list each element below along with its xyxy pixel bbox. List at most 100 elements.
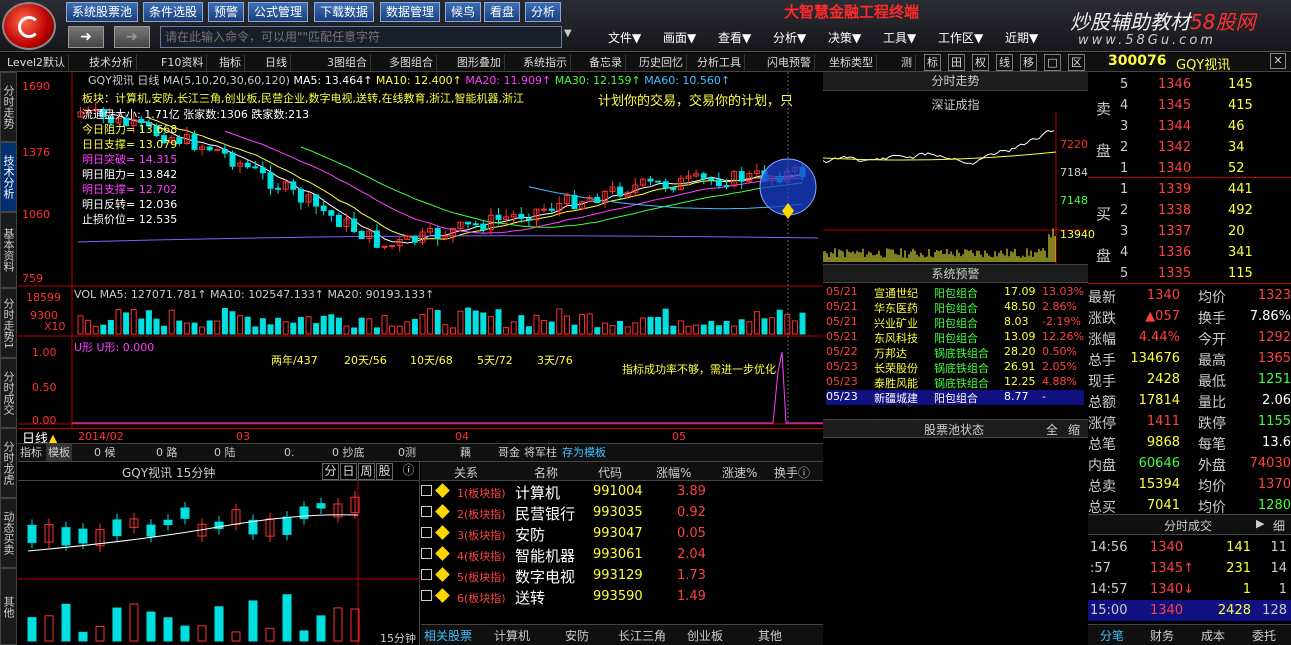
tab-basic-info[interactable]: 基本资料 xyxy=(0,212,17,288)
order-book-row[interactable]: 2 1342 34 xyxy=(1088,137,1291,158)
tab-land[interactable]: 0 陆 xyxy=(214,444,236,461)
alert-row[interactable]: 05/23 新疆城建 阳包组合 8.77- xyxy=(826,390,1084,405)
tab-bottom-fish[interactable]: 0 抄底 xyxy=(332,444,365,461)
tab-related-stocks[interactable]: 相关股票 xyxy=(424,627,472,644)
toolbar-indicator[interactable]: 指标 xyxy=(216,54,245,71)
alert-row[interactable]: 05/21 华东医药 阳包组合 48.50 2.86% xyxy=(826,300,1084,315)
row-checkbox[interactable] xyxy=(421,548,432,559)
table-row[interactable]: 6(板块指) 送转 993590 1.49 xyxy=(421,587,823,608)
tab-other[interactable]: 其他 xyxy=(0,568,17,645)
menu-analyze[interactable]: 分析▼ xyxy=(773,29,806,46)
tab-cost[interactable]: 成本 xyxy=(1201,627,1225,644)
toolbar-move[interactable]: 移 xyxy=(1020,54,1037,71)
tab-orders[interactable]: 委托 xyxy=(1252,627,1276,644)
order-book-row[interactable]: 5 1335 115 xyxy=(1088,263,1291,284)
table-row[interactable]: 5(板块指) 数字电视 993129 1.73 xyxy=(421,566,823,587)
migrant-bird-button[interactable]: 候鸟 xyxy=(445,2,482,22)
order-book-row[interactable]: 5 1346 145 xyxy=(1088,74,1291,95)
tab-dynamic-trade[interactable]: 动态买卖 xyxy=(0,498,17,568)
tick-row[interactable]: 14:56 1340 141 11 xyxy=(1088,537,1291,558)
tab-intraday-1[interactable]: 分时走势1 xyxy=(0,288,17,358)
toolbar-multi-chart[interactable]: 多图组合 xyxy=(386,54,437,71)
ticks-detail-button[interactable]: 细 xyxy=(1273,517,1285,534)
toolbar-analysis-tools[interactable]: 分析工具 xyxy=(694,54,745,71)
order-book-row[interactable]: 1 1340 52 xyxy=(1088,158,1291,179)
tab-sector-gem[interactable]: 创业板 xyxy=(687,627,723,644)
save-template-button[interactable]: 存为模板 xyxy=(562,444,606,461)
tab-ticks[interactable]: 分笔 xyxy=(1100,627,1124,644)
col-code[interactable]: 代码 xyxy=(598,464,622,481)
toolbar-measure[interactable]: 测 xyxy=(898,54,916,71)
toolbar-mark[interactable]: 标 xyxy=(924,54,941,71)
tab-finance[interactable]: 财务 xyxy=(1150,627,1174,644)
back-arrow-icon[interactable]: ➜ xyxy=(68,26,104,48)
tab-sector-security[interactable]: 安防 xyxy=(565,627,589,644)
data-manage-button[interactable]: 数据管理 xyxy=(380,2,441,22)
tab-dragon-tiger[interactable]: 分时龙虎 xyxy=(0,428,17,498)
col-turnover[interactable]: 换手ⓘ xyxy=(774,464,810,481)
alert-panel-head[interactable]: 系统预警 xyxy=(823,264,1088,283)
col-speed[interactable]: 涨速% xyxy=(722,464,757,481)
alert-row[interactable]: 05/23 泰胜风能 锅底铁组合 12.25 4.88% xyxy=(826,375,1084,390)
toolbar-3chart[interactable]: 3图组合 xyxy=(324,54,371,71)
tab-intraday-trades[interactable]: 分时成交 xyxy=(0,358,17,428)
toolbar-coord-type[interactable]: 坐标类型 xyxy=(826,54,877,71)
intraday-chart[interactable] xyxy=(823,112,1088,264)
toolbar-overlay[interactable]: 图形叠加 xyxy=(454,54,505,71)
tab-road[interactable]: 0 路 xyxy=(156,444,178,461)
table-row[interactable]: 3(板块指) 安防 993047 0.05 xyxy=(421,524,823,545)
menu-tools[interactable]: 工具▼ xyxy=(883,29,916,46)
info-icon[interactable]: ⓘ xyxy=(400,463,417,480)
command-input[interactable] xyxy=(160,26,562,48)
play-icon[interactable]: ▶ xyxy=(1256,517,1264,530)
table-row[interactable]: 2(板块指) 民营银行 993035 0.92 xyxy=(421,503,823,524)
watch-market-button[interactable]: 看盘 xyxy=(484,2,521,22)
row-checkbox[interactable] xyxy=(421,485,432,496)
menu-screen[interactable]: 画面▼ xyxy=(663,29,696,46)
tab-zero[interactable]: 0. xyxy=(284,444,295,461)
alert-button[interactable]: 预警 xyxy=(208,2,245,22)
mini-btn-stock[interactable]: 股 xyxy=(376,463,393,480)
chevron-down-icon[interactable]: ▼ xyxy=(564,28,572,39)
tick-row[interactable]: 15:00 1340 2428 128 xyxy=(1088,600,1291,621)
toolbar-level2[interactable]: Level2默认 xyxy=(4,54,70,71)
order-book-row[interactable]: 4 1336 341 xyxy=(1088,242,1291,263)
window-icon[interactable]: □ xyxy=(1044,54,1061,71)
download-data-button[interactable]: 下载数据 xyxy=(314,2,375,22)
col-change[interactable]: 涨幅% xyxy=(656,464,691,481)
alert-row[interactable]: 05/23 长荣股份 锅底铁组合 26.91 2.05% xyxy=(826,360,1084,375)
toolbar-f10[interactable]: F10资料 xyxy=(158,54,208,71)
row-checkbox[interactable] xyxy=(421,590,432,601)
app-logo-icon[interactable] xyxy=(2,2,56,50)
menu-workspace[interactable]: 工作区▼ xyxy=(938,29,983,46)
toolbar-daily[interactable]: 日线 xyxy=(262,54,291,71)
mini-btn-minute[interactable]: 分 xyxy=(322,463,339,480)
tick-row[interactable]: :57 1345↑ 231 14 xyxy=(1088,558,1291,579)
analyze-button[interactable]: 分析 xyxy=(525,2,562,22)
intraday-head[interactable]: 分时走势 xyxy=(823,72,1088,91)
tab-sector-other[interactable]: 其他 xyxy=(758,627,782,644)
tab-indicator[interactable]: 指标 xyxy=(20,444,42,461)
order-book-row[interactable]: 2 1338 492 xyxy=(1088,200,1291,221)
mini-candle-chart[interactable] xyxy=(18,481,420,645)
toolbar-system-indicator[interactable]: 系统指示 xyxy=(520,54,571,71)
tab-sector-yangtze[interactable]: 长江三角 xyxy=(618,627,666,644)
grid-icon[interactable]: 田 xyxy=(948,54,965,71)
mini-btn-week[interactable]: 周 xyxy=(358,463,375,480)
order-book-row[interactable]: 3 1344 46 xyxy=(1088,116,1291,137)
menu-view[interactable]: 查看▼ xyxy=(718,29,751,46)
alert-row[interactable]: 05/21 东风科技 阳包组合 13.09 12.26% xyxy=(826,330,1084,345)
formula-manage-button[interactable]: 公式管理 xyxy=(248,2,309,22)
tab-sector-computer[interactable]: 计算机 xyxy=(494,627,530,644)
toolbar-history[interactable]: 历史回忆 xyxy=(636,54,687,71)
alert-row[interactable]: 05/21 宣通世纪 阳包组合 17.09 13.03% xyxy=(826,285,1084,300)
tab-general[interactable]: 将军柱 xyxy=(524,444,557,461)
status-collapse-button[interactable]: 缩 xyxy=(1068,421,1080,438)
table-row[interactable]: 4(板块指) 智能机器 993061 2.04 xyxy=(421,545,823,566)
row-checkbox[interactable] xyxy=(421,569,432,580)
alert-row[interactable]: 05/22 万邦达 锅底铁组合 28.20 0.50% xyxy=(826,345,1084,360)
order-book-row[interactable]: 4 1345 415 xyxy=(1088,95,1291,116)
menu-file[interactable]: 文件▼ xyxy=(608,29,641,46)
order-book-row[interactable]: 3 1337 20 xyxy=(1088,221,1291,242)
toolbar-rights[interactable]: 权 xyxy=(972,54,989,71)
